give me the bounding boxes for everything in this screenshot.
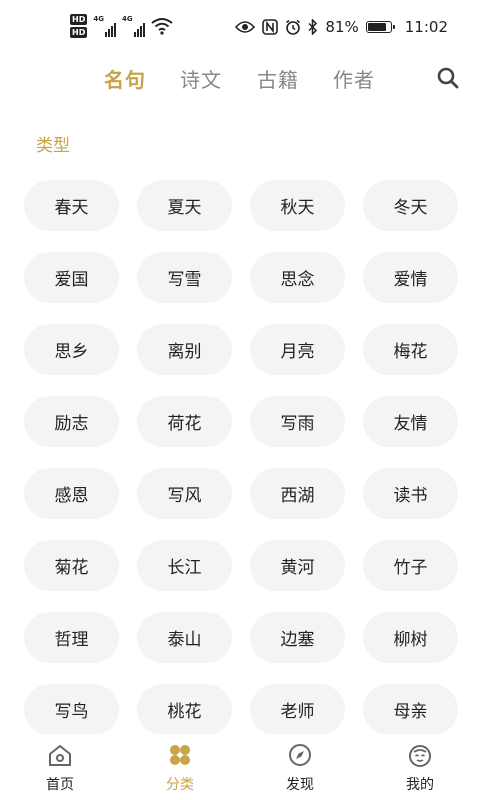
nav-item-category[interactable]: 分类 xyxy=(120,734,240,800)
category-chip[interactable]: 荷花 xyxy=(137,396,232,447)
network-type-label: 4G xyxy=(121,15,133,23)
category-chip[interactable]: 春天 xyxy=(24,180,119,231)
hd-badges: HD HD xyxy=(70,14,88,38)
category-chip[interactable]: 离别 xyxy=(137,324,232,375)
nav-item-home[interactable]: 首页 xyxy=(0,734,120,800)
hd-badge: HD xyxy=(70,27,88,38)
category-chip[interactable]: 梅花 xyxy=(363,324,458,375)
category-chip[interactable]: 桃花 xyxy=(137,684,232,735)
nav-label: 我的 xyxy=(406,777,434,793)
alarm-icon xyxy=(286,19,301,35)
category-chip[interactable]: 老师 xyxy=(250,684,345,735)
category-chip[interactable]: 柳树 xyxy=(363,612,458,663)
category-chip[interactable]: 感恩 xyxy=(24,468,119,519)
bluetooth-icon xyxy=(308,19,318,35)
category-chip[interactable]: 爱国 xyxy=(24,252,119,303)
category-chip[interactable]: 秋天 xyxy=(250,180,345,231)
nav-label: 发现 xyxy=(286,777,314,793)
profile-icon xyxy=(409,745,431,767)
category-chip[interactable]: 写风 xyxy=(137,468,232,519)
bottom-nav: 首页 分类 发现 我的 xyxy=(0,734,480,800)
nfc-icon xyxy=(262,19,279,35)
battery-icon xyxy=(365,21,395,33)
signal-indicators: HD HD 4G 4G xyxy=(70,14,173,38)
category-chip[interactable]: 思乡 xyxy=(24,324,119,375)
signal-icon: 4G xyxy=(93,15,116,37)
category-chip[interactable]: 边塞 xyxy=(250,612,345,663)
hd-badge: HD xyxy=(70,14,88,25)
category-chip[interactable]: 菊花 xyxy=(24,540,119,591)
clock: 11:02 xyxy=(404,18,448,36)
eye-icon xyxy=(235,21,256,33)
tab-poems[interactable]: 诗文 xyxy=(180,64,222,93)
category-chip[interactable]: 励志 xyxy=(24,396,119,447)
signal-icon: 4G xyxy=(122,15,145,37)
nav-label: 首页 xyxy=(46,777,74,793)
wifi-icon xyxy=(150,18,173,35)
category-chip[interactable]: 爱情 xyxy=(363,252,458,303)
tab-classics[interactable]: 古籍 xyxy=(257,64,299,93)
battery-percent: 81% xyxy=(325,18,359,36)
status-icons: 81% 11:02 xyxy=(235,18,448,36)
search-icon[interactable] xyxy=(436,66,460,90)
category-chip[interactable]: 西湖 xyxy=(250,468,345,519)
category-chip[interactable]: 长江 xyxy=(137,540,232,591)
category-chip[interactable]: 竹子 xyxy=(363,540,458,591)
home-icon xyxy=(49,745,71,766)
compass-icon xyxy=(289,744,311,766)
category-chip[interactable]: 月亮 xyxy=(250,324,345,375)
category-chip[interactable]: 哲理 xyxy=(24,612,119,663)
nav-item-discover[interactable]: 发现 xyxy=(240,734,360,800)
status-bar: HD HD 4G 4G 81% 11:02 xyxy=(0,0,480,58)
top-tabs: 名句 诗文 古籍 作者 xyxy=(0,58,480,98)
network-type-label: 4G xyxy=(93,15,104,23)
nav-label: 分类 xyxy=(166,777,194,793)
category-chip[interactable]: 思念 xyxy=(250,252,345,303)
category-chip[interactable]: 写鸟 xyxy=(24,684,119,735)
tab-authors[interactable]: 作者 xyxy=(333,64,375,93)
category-icon xyxy=(170,745,190,765)
category-grid: 春天 夏天 秋天 冬天爱国 写雪 思念 爱情思乡 离别 月亮 梅花励志 荷花 写雨 友情感恩 写风 西湖 读书… xyxy=(24,180,460,735)
category-chip[interactable]: 写雪 xyxy=(137,252,232,303)
category-chip[interactable]: 冬天 xyxy=(363,180,458,231)
section-label: 类型 xyxy=(36,136,70,156)
category-chip[interactable]: 友情 xyxy=(363,396,458,447)
category-chip[interactable]: 写雨 xyxy=(250,396,345,447)
category-chip[interactable]: 泰山 xyxy=(137,612,232,663)
category-chip[interactable]: 读书 xyxy=(363,468,458,519)
tab-quotes[interactable]: 名句 xyxy=(104,64,146,93)
category-chip[interactable]: 母亲 xyxy=(363,684,458,735)
nav-item-profile[interactable]: 我的 xyxy=(360,734,480,800)
category-chip[interactable]: 黄河 xyxy=(250,540,345,591)
category-chip[interactable]: 夏天 xyxy=(137,180,232,231)
